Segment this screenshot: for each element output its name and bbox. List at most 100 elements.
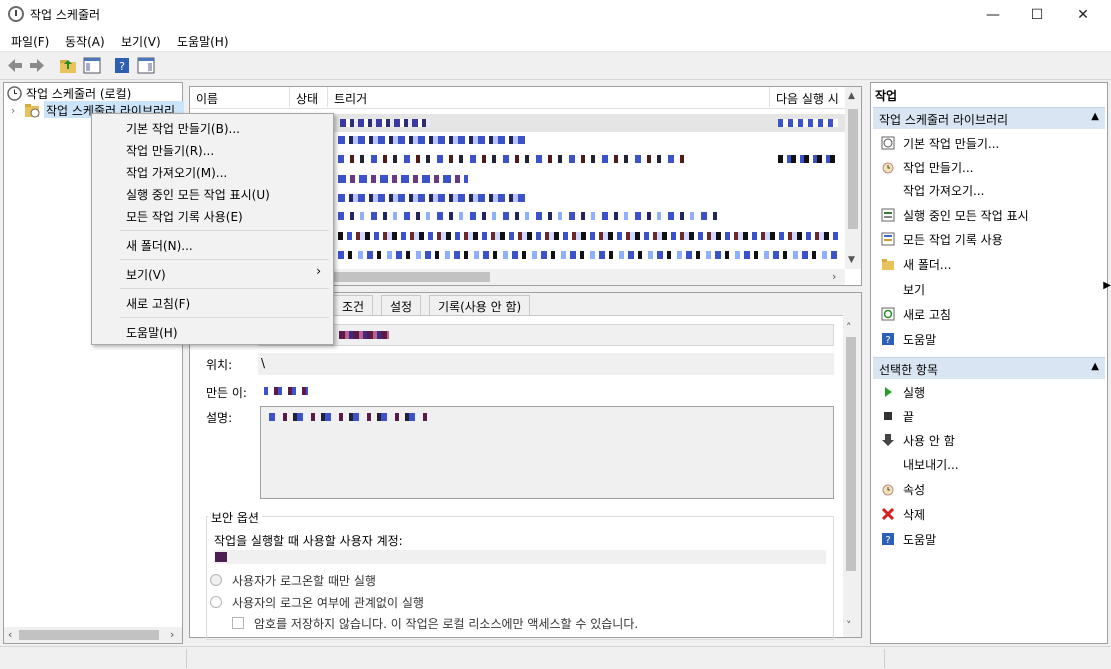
minimize-icon[interactable]: — [970, 0, 1016, 30]
column-next-run[interactable]: 다음 실행 시 [770, 87, 846, 107]
location-label: 위치: [206, 358, 233, 372]
action-refresh[interactable]: 새로 고침 [875, 303, 1105, 325]
properties-icon [882, 484, 894, 496]
name-field [258, 324, 834, 346]
scroll-left-icon[interactable]: ‹ [8, 628, 12, 641]
menu-help[interactable]: 도움말(H) [92, 321, 333, 343]
svg-text:?: ? [885, 335, 890, 346]
scroll-right-icon[interactable]: › [832, 270, 836, 283]
radio-whether-logon[interactable] [210, 596, 222, 608]
action-view[interactable]: 보기 ▶ [875, 278, 1111, 300]
menu-separator [120, 259, 329, 260]
menu-action[interactable]: 동작(A) [65, 33, 105, 50]
scroll-right-icon[interactable]: › [170, 628, 174, 641]
help-icon: ? [882, 333, 894, 346]
back-arrow-icon[interactable] [6, 57, 24, 74]
column-trigger[interactable]: 트리거 [328, 87, 770, 107]
tree-root[interactable]: 작업 스케줄러 (로컬) [26, 85, 131, 102]
action-label: 모든 작업 기록 사용 [903, 233, 1003, 247]
radio-logon-only[interactable] [210, 574, 222, 586]
scroll-thumb[interactable] [19, 630, 159, 640]
tab-history[interactable]: 기록(사용 안 함) [429, 295, 531, 315]
tree-scrollbar[interactable]: ‹ › [4, 627, 182, 643]
menu-create-task[interactable]: 작업 만들기(R)... [92, 139, 333, 161]
menu-import-task[interactable]: 작업 가져오기(M)... [92, 161, 333, 183]
collapse-icon[interactable]: ▲ [1091, 111, 1099, 122]
action-run[interactable]: 실행 [875, 381, 1105, 403]
scroll-thumb[interactable] [848, 109, 858, 229]
menu-view[interactable]: 보기(V) [121, 33, 161, 50]
scroll-down-icon[interactable]: ▼ [848, 255, 855, 265]
menu-separator [120, 230, 329, 231]
action-import-task[interactable]: 작업 가져오기... [875, 179, 1105, 201]
redacted-row-6 [338, 212, 718, 220]
description-field[interactable] [260, 406, 834, 499]
close-icon[interactable]: ✕ [1060, 0, 1106, 30]
submenu-arrow-icon: ▶ [1103, 280, 1111, 291]
menu-enable-history[interactable]: 모든 작업 기록 사용(E) [92, 205, 333, 227]
detail-vscrollbar[interactable]: ˄ ˅ [843, 315, 859, 637]
clock-icon [8, 6, 24, 22]
basic-task-icon [881, 136, 895, 150]
action-help[interactable]: ? 도움말 [875, 328, 1105, 350]
action-properties[interactable]: 속성 [875, 478, 1105, 500]
delete-icon [881, 507, 895, 521]
radio-whether-logon-label: 사용자의 로그온 여부에 관계없이 실행 [232, 596, 424, 610]
action-create-basic-task[interactable]: 기본 작업 만들기... [875, 132, 1105, 154]
column-status[interactable]: 상태 [290, 87, 328, 107]
location-value: \ [261, 356, 266, 370]
action-export[interactable]: 내보내기... [875, 453, 1105, 475]
action-disable[interactable]: 사용 안 함 [875, 429, 1105, 451]
action-label: 기본 작업 만들기... [903, 137, 1000, 151]
menu-show-running[interactable]: 실행 중인 모든 작업 표시(U) [92, 183, 333, 205]
up-folder-icon[interactable] [59, 57, 77, 74]
menu-separator [120, 317, 329, 318]
action-create-task[interactable]: 작업 만들기... [875, 156, 1105, 178]
toolbar: ? [0, 52, 1111, 80]
chevron-right-icon[interactable]: › [11, 104, 15, 117]
menu-new-folder[interactable]: 새 폴더(N)... [92, 234, 333, 256]
no-password-label: 암호를 저장하지 않습니다. 이 작업은 로컬 리소스에만 액세스할 수 있습니… [254, 617, 639, 631]
tab-settings[interactable]: 설정 [381, 295, 422, 315]
action-help-selected[interactable]: ? 도움말 [875, 528, 1105, 550]
scroll-thumb[interactable] [846, 337, 856, 571]
action-enable-history[interactable]: 모든 작업 기록 사용 [875, 228, 1105, 250]
scroll-thumb[interactable] [334, 272, 490, 282]
svg-text:?: ? [119, 60, 125, 73]
show-hide-action-pane-icon[interactable] [137, 57, 155, 74]
help-icon[interactable]: ? [113, 57, 131, 74]
no-password-checkbox[interactable] [232, 617, 244, 629]
action-delete[interactable]: 삭제 [875, 503, 1105, 525]
menu-view-label: 보기(V) [126, 268, 166, 282]
svg-text:?: ? [885, 535, 890, 546]
scroll-down-icon[interactable]: ˅ [846, 619, 852, 632]
chevron-right-icon: › [316, 264, 321, 278]
scroll-up-icon[interactable]: ˄ [846, 321, 852, 334]
collapse-icon[interactable]: ▲ [1091, 361, 1099, 372]
menu-file[interactable]: 파일(F) [11, 33, 49, 50]
section-selected-header[interactable]: 선택한 항목 ▲ [873, 357, 1105, 379]
action-end[interactable]: 끝 [875, 405, 1105, 427]
maximize-icon[interactable]: ☐ [1014, 0, 1060, 30]
section-library-header[interactable]: 작업 스케줄러 라이브러리 ▲ [873, 107, 1105, 129]
account-label: 작업을 실행할 때 사용할 사용자 계정: [214, 534, 403, 548]
menu-refresh[interactable]: 새로 고침(F) [92, 292, 333, 314]
tab-conditions[interactable]: 조건 [333, 295, 374, 315]
scroll-up-icon[interactable]: ▲ [848, 91, 855, 101]
task-list-header: 이름 상태 트리거 다음 실행 시 [190, 87, 861, 109]
redacted-name [339, 331, 389, 339]
action-show-running[interactable]: 실행 중인 모든 작업 표시 [875, 204, 1105, 226]
folder-icon [882, 259, 894, 270]
action-new-folder[interactable]: 새 폴더... [875, 253, 1105, 275]
redacted-row-7 [338, 232, 838, 240]
forward-arrow-icon[interactable] [28, 57, 46, 74]
menu-view[interactable]: 보기(V) › [92, 263, 333, 285]
action-label: 보기 [903, 283, 926, 297]
menu-create-basic-task[interactable]: 기본 작업 만들기(B)... [92, 117, 333, 139]
menu-help[interactable]: 도움말(H) [177, 33, 229, 50]
task-list-vscrollbar[interactable]: ▲ ▼ [845, 87, 861, 269]
show-hide-tree-icon[interactable] [83, 57, 101, 74]
action-label: 실행 중인 모든 작업 표시 [903, 209, 1029, 223]
column-name[interactable]: 이름 [190, 87, 290, 107]
status-divider [884, 649, 885, 668]
